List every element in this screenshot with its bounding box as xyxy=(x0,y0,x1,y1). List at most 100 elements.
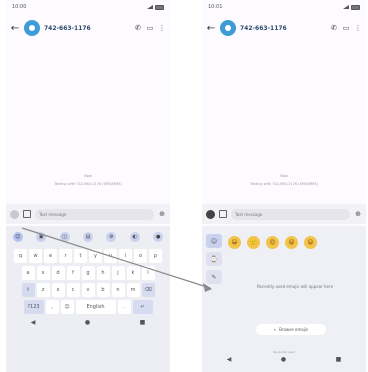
key-row-4: ?123 , ☺ English . ↵ xyxy=(6,300,170,314)
more-options-icon[interactable]: ⋮ xyxy=(354,24,362,32)
key-u[interactable]: u xyxy=(104,249,117,263)
key-p[interactable]: p xyxy=(149,249,162,263)
signal-icon xyxy=(343,5,349,9)
key-d[interactable]: d xyxy=(51,266,65,280)
key-b[interactable]: b xyxy=(96,283,110,297)
backspace-key[interactable]: ⌫ xyxy=(141,283,155,297)
contact-avatar[interactable] xyxy=(24,20,40,36)
key-k[interactable]: k xyxy=(126,266,140,280)
conversation-area: Now Texting with 742-663-1176 (SMS/MMS) xyxy=(6,42,170,192)
emoji-happy[interactable]: 😄 xyxy=(304,236,317,249)
key-c[interactable]: c xyxy=(66,283,80,297)
contact-avatar[interactable] xyxy=(220,20,236,36)
phone-call-icon[interactable]: ✆ xyxy=(134,24,142,32)
symbols-key[interactable]: ?123 xyxy=(23,300,44,314)
screenshot-emoji-view: 10:01 ← 742-663-1176 ✆ ▭ ⋮ Now Texting w… xyxy=(202,0,366,372)
conversation-note: Texting with 742-663-1176 (SMS/MMS) xyxy=(250,182,318,186)
nav-home-icon[interactable]: ● xyxy=(281,356,286,363)
video-call-icon[interactable]: ▭ xyxy=(146,24,154,32)
key-z[interactable]: z xyxy=(36,283,50,297)
keyboard-toolbar: ☺ ▣ ◫ ▤ ⚙ ◐ ● xyxy=(6,226,170,246)
key-a[interactable]: a xyxy=(21,266,35,280)
key-e[interactable]: e xyxy=(44,249,57,263)
more-options-icon[interactable]: ⋮ xyxy=(158,24,166,32)
space-key[interactable]: English xyxy=(75,300,116,314)
key-f[interactable]: f xyxy=(66,266,80,280)
gif-icon[interactable]: ◫ xyxy=(59,232,70,242)
voice-input-icon[interactable]: ⊕ xyxy=(354,210,362,218)
gallery-icon[interactable] xyxy=(23,210,31,218)
nav-home-icon[interactable]: ● xyxy=(85,319,90,326)
search-icon: ⌕ xyxy=(273,327,277,332)
palette-icon[interactable]: ◐ xyxy=(129,232,140,242)
phone-call-icon[interactable]: ✆ xyxy=(330,24,338,32)
key-l[interactable]: l xyxy=(141,266,155,280)
add-attachment-icon[interactable] xyxy=(206,209,215,219)
status-bar: 10:01 xyxy=(202,0,366,14)
enter-key[interactable]: ↵ xyxy=(132,300,153,314)
nav-recents-icon[interactable]: ■ xyxy=(140,319,146,326)
key-o[interactable]: o xyxy=(134,249,147,263)
sticker-tab-icon[interactable]: ✎ xyxy=(206,270,222,284)
key-x[interactable]: x xyxy=(51,283,65,297)
message-input[interactable]: Text message xyxy=(35,208,154,220)
key-w[interactable]: w xyxy=(29,249,42,263)
browse-emojis-button[interactable]: ⌕ Browse emojis xyxy=(256,324,326,335)
status-time: 10:00 xyxy=(12,4,27,10)
mic-icon[interactable]: ● xyxy=(153,232,164,242)
recent-tab-icon[interactable]: ⌚ xyxy=(206,252,222,266)
video-call-icon[interactable]: ▭ xyxy=(342,24,350,32)
person-icon xyxy=(225,25,231,31)
gallery-icon[interactable] xyxy=(219,210,227,218)
conversation-area: Now Texting with 742-663-1176 (SMS/MMS) xyxy=(202,42,366,192)
key-y[interactable]: y xyxy=(89,249,102,263)
emoji-caption: Recently used xyxy=(273,350,295,354)
emoji-grinning[interactable]: 😀 xyxy=(228,236,241,249)
period-key[interactable]: . xyxy=(117,300,131,314)
nav-back-icon[interactable]: ◀ xyxy=(31,319,36,326)
settings-icon[interactable]: ⚙ xyxy=(106,232,117,242)
emoji-smiling[interactable]: 🙂 xyxy=(247,236,260,249)
emoji-toggle-icon[interactable]: ☺ xyxy=(12,232,23,242)
battery-icon xyxy=(351,4,360,10)
emoji-tab-icon[interactable]: ☺ xyxy=(206,234,222,248)
key-q[interactable]: q xyxy=(14,249,27,263)
key-r[interactable]: r xyxy=(59,249,72,263)
key-j[interactable]: j xyxy=(111,266,125,280)
clipboard-icon[interactable]: ▤ xyxy=(82,232,93,242)
back-arrow-icon[interactable]: ← xyxy=(206,23,216,34)
contact-name[interactable]: 742-663-1176 xyxy=(240,25,326,32)
signal-icon xyxy=(147,5,153,9)
key-m[interactable]: m xyxy=(126,283,140,297)
key-g[interactable]: g xyxy=(81,266,95,280)
key-n[interactable]: n xyxy=(111,283,125,297)
key-i[interactable]: i xyxy=(119,249,132,263)
emoji-key-icon[interactable]: ☺ xyxy=(60,300,74,314)
key-row-2: a s d f g h j k l xyxy=(6,266,170,280)
comma-key[interactable]: , xyxy=(45,300,59,314)
compose-bar: Text message ⊕ xyxy=(202,204,366,224)
key-s[interactable]: s xyxy=(36,266,50,280)
nav-back-icon[interactable]: ◀ xyxy=(227,356,232,363)
key-h[interactable]: h xyxy=(96,266,110,280)
back-arrow-icon[interactable]: ← xyxy=(10,23,20,34)
screenshot-keyboard-view: 10:00 ← 742-663-1176 ✆ ▭ ⋮ Now Texting w… xyxy=(6,0,170,372)
voice-input-icon[interactable]: ⊕ xyxy=(158,210,166,218)
emoji-heart-eyes[interactable]: 😍 xyxy=(266,236,279,249)
system-nav-bar: ◀ ● ■ xyxy=(6,319,170,326)
keyboard: ☺ ▣ ◫ ▤ ⚙ ◐ ● q w e r t y u i o p a s d … xyxy=(6,226,170,372)
emoji-empty-message: Recently used emojis will appear here xyxy=(256,284,334,289)
key-t[interactable]: t xyxy=(74,249,87,263)
nav-recents-icon[interactable]: ■ xyxy=(336,356,342,363)
app-bar: ← 742-663-1176 ✆ ▭ ⋮ xyxy=(202,14,366,42)
key-v[interactable]: v xyxy=(81,283,95,297)
browse-emojis-label: Browse emojis xyxy=(279,327,309,332)
status-time: 10:01 xyxy=(208,4,223,10)
add-attachment-icon[interactable] xyxy=(10,209,19,219)
contact-name[interactable]: 742-663-1176 xyxy=(44,25,130,32)
shift-key[interactable]: ⇧ xyxy=(21,283,35,297)
sticker-icon[interactable]: ▣ xyxy=(36,232,47,242)
message-input[interactable]: Text message xyxy=(231,208,350,220)
emoji-laughing[interactable]: 😆 xyxy=(285,236,298,249)
emoji-category-tabs: ☺ ⌚ ✎ xyxy=(206,234,222,284)
